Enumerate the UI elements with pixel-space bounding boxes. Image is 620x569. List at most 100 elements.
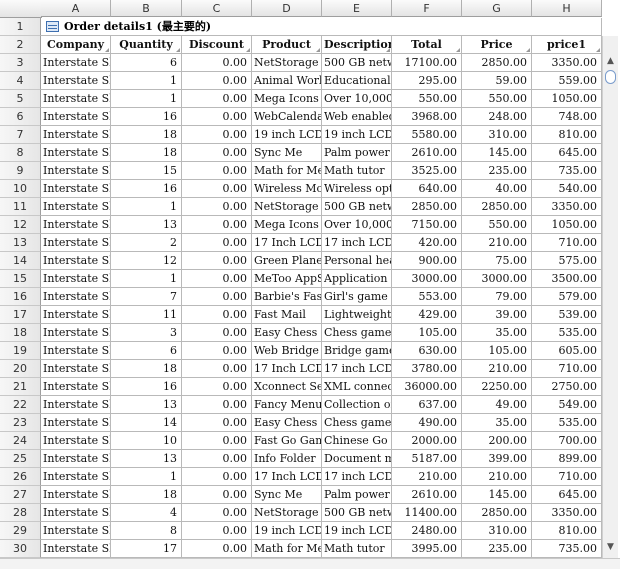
data-cell[interactable]: Web enabled c: [322, 108, 392, 126]
row-header[interactable]: 28: [0, 504, 41, 522]
select-all-corner[interactable]: [0, 0, 42, 18]
data-cell[interactable]: 700.00: [532, 432, 602, 450]
data-cell[interactable]: Interstate Sho: [41, 216, 111, 234]
data-cell[interactable]: 735.00: [532, 162, 602, 180]
data-cell[interactable]: Interstate Sho: [41, 288, 111, 306]
data-cell[interactable]: 19 inch LCD: [252, 126, 322, 144]
data-cell[interactable]: 6: [111, 342, 182, 360]
header-cell[interactable]: Quantity: [111, 36, 182, 54]
data-cell[interactable]: 2850.00: [462, 504, 532, 522]
data-cell[interactable]: 500 GB netwo: [322, 198, 392, 216]
data-cell[interactable]: 0.00: [182, 540, 252, 558]
row-header[interactable]: 10: [0, 180, 41, 198]
data-cell[interactable]: Mega Icons: [252, 216, 322, 234]
row-header[interactable]: 12: [0, 216, 41, 234]
data-cell[interactable]: 17 Inch LCD: [252, 360, 322, 378]
data-cell[interactable]: Palm power sy: [322, 486, 392, 504]
row-header[interactable]: 25: [0, 450, 41, 468]
data-cell[interactable]: 605.00: [532, 342, 602, 360]
data-cell[interactable]: Fast Go Game: [252, 432, 322, 450]
data-cell[interactable]: 2000.00: [392, 432, 462, 450]
data-cell[interactable]: 1: [111, 198, 182, 216]
scroll-up-icon[interactable]: ▲: [603, 54, 618, 69]
data-cell[interactable]: 200.00: [462, 432, 532, 450]
data-cell[interactable]: 1050.00: [532, 90, 602, 108]
data-cell[interactable]: 11: [111, 306, 182, 324]
data-cell[interactable]: XML connect: [322, 378, 392, 396]
data-cell[interactable]: Collection of r: [322, 396, 392, 414]
data-cell[interactable]: 1: [111, 468, 182, 486]
data-cell[interactable]: 75.00: [462, 252, 532, 270]
data-cell[interactable]: 550.00: [462, 90, 532, 108]
data-cell[interactable]: 16: [111, 378, 182, 396]
data-cell[interactable]: 748.00: [532, 108, 602, 126]
data-cell[interactable]: 145.00: [462, 486, 532, 504]
column-header-b[interactable]: B: [111, 0, 182, 17]
data-cell[interactable]: 0.00: [182, 198, 252, 216]
data-cell[interactable]: 17 inch LCD r: [322, 234, 392, 252]
data-cell[interactable]: 79.00: [462, 288, 532, 306]
row-header[interactable]: 6: [0, 108, 41, 126]
data-cell[interactable]: 7150.00: [392, 216, 462, 234]
data-cell[interactable]: 17 Inch LCD: [252, 234, 322, 252]
data-cell[interactable]: 235.00: [462, 162, 532, 180]
data-cell[interactable]: Easy Chess: [252, 414, 322, 432]
data-cell[interactable]: Educational so: [322, 72, 392, 90]
data-cell[interactable]: 17100.00: [392, 54, 462, 72]
data-cell[interactable]: 637.00: [392, 396, 462, 414]
row-header[interactable]: 29: [0, 522, 41, 540]
data-cell[interactable]: 0.00: [182, 486, 252, 504]
data-cell[interactable]: 3995.00: [392, 540, 462, 558]
data-cell[interactable]: 0.00: [182, 180, 252, 198]
data-cell[interactable]: 550.00: [462, 216, 532, 234]
data-cell[interactable]: 810.00: [532, 126, 602, 144]
row-header[interactable]: 1: [0, 18, 41, 36]
data-cell[interactable]: Interstate Sho: [41, 306, 111, 324]
data-cell[interactable]: 210.00: [462, 360, 532, 378]
scroll-down-icon[interactable]: ▼: [603, 540, 618, 555]
data-cell[interactable]: 735.00: [532, 540, 602, 558]
data-cell[interactable]: 11400.00: [392, 504, 462, 522]
row-header[interactable]: 21: [0, 378, 41, 396]
data-cell[interactable]: 640.00: [392, 180, 462, 198]
data-cell[interactable]: 49.00: [462, 396, 532, 414]
data-cell[interactable]: 550.00: [392, 90, 462, 108]
data-cell[interactable]: Interstate Sho: [41, 252, 111, 270]
data-cell[interactable]: 0.00: [182, 468, 252, 486]
data-cell[interactable]: NetStorage: [252, 198, 322, 216]
data-cell[interactable]: 35.00: [462, 414, 532, 432]
data-cell[interactable]: Interstate Sho: [41, 396, 111, 414]
data-cell[interactable]: 0.00: [182, 396, 252, 414]
data-cell[interactable]: 36000.00: [392, 378, 462, 396]
header-cell[interactable]: Discount: [182, 36, 252, 54]
data-cell[interactable]: 810.00: [532, 522, 602, 540]
data-cell[interactable]: 490.00: [392, 414, 462, 432]
data-cell[interactable]: 3780.00: [392, 360, 462, 378]
data-cell[interactable]: 3000.00: [462, 270, 532, 288]
data-cell[interactable]: Math for Me: [252, 162, 322, 180]
data-cell[interactable]: 15: [111, 162, 182, 180]
data-cell[interactable]: 3350.00: [532, 504, 602, 522]
data-cell[interactable]: Interstate Sho: [41, 360, 111, 378]
data-cell[interactable]: 399.00: [462, 450, 532, 468]
data-cell[interactable]: 539.00: [532, 306, 602, 324]
row-header[interactable]: 17: [0, 306, 41, 324]
data-cell[interactable]: 0.00: [182, 288, 252, 306]
data-cell[interactable]: 4: [111, 504, 182, 522]
row-header[interactable]: 4: [0, 72, 41, 90]
data-cell[interactable]: Xconnect Serv: [252, 378, 322, 396]
row-header[interactable]: 20: [0, 360, 41, 378]
data-cell[interactable]: 0.00: [182, 324, 252, 342]
data-cell[interactable]: 210.00: [392, 468, 462, 486]
data-cell[interactable]: Palm power sy: [322, 144, 392, 162]
data-cell[interactable]: Interstate Sho: [41, 90, 111, 108]
data-cell[interactable]: 645.00: [532, 144, 602, 162]
data-cell[interactable]: 0.00: [182, 108, 252, 126]
data-cell[interactable]: 14: [111, 414, 182, 432]
data-cell[interactable]: 899.00: [532, 450, 602, 468]
data-cell[interactable]: Interstate Sho: [41, 54, 111, 72]
data-cell[interactable]: Math for Me: [252, 540, 322, 558]
data-cell[interactable]: 0.00: [182, 450, 252, 468]
data-cell[interactable]: 0.00: [182, 432, 252, 450]
header-cell[interactable]: Description: [322, 36, 392, 54]
